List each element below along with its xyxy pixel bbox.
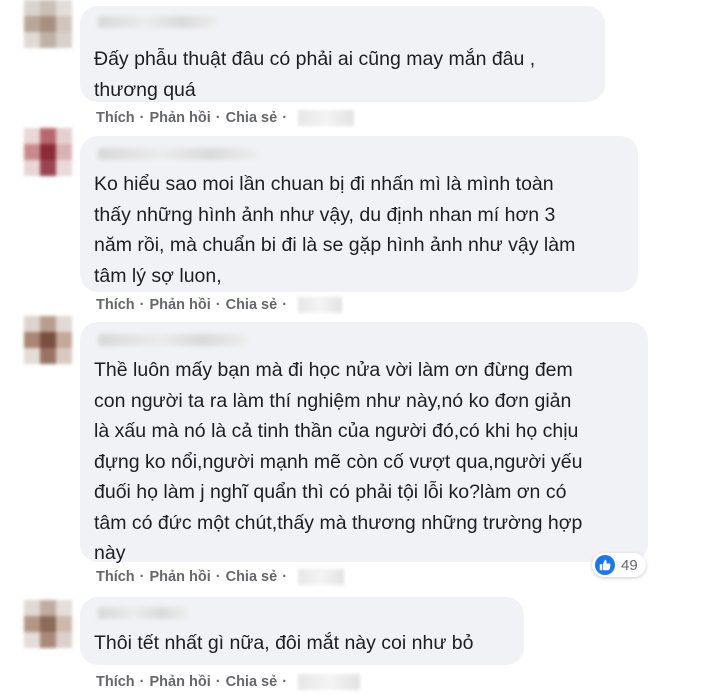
separator-dot: · — [139, 569, 145, 585]
separator-dot: · — [139, 297, 145, 313]
separator-dot: · — [282, 569, 288, 585]
reply-button[interactable]: Phản hồi — [150, 110, 211, 126]
separator-dot: · — [139, 674, 145, 690]
comment-actions: Thích · Phản hồi · Chia sẻ · — [96, 297, 343, 313]
comment-bubble: Ko hiểu sao moi lần chuan bị đi nhấn mì … — [80, 136, 638, 292]
comment-bubble: Đấy phẫu thuật đâu có phải ai cũng may m… — [80, 6, 605, 102]
reply-button[interactable]: Phản hồi — [150, 297, 211, 313]
share-button[interactable]: Chia sẻ — [226, 110, 278, 126]
share-button[interactable]: Chia sẻ — [226, 674, 278, 690]
timestamp[interactable] — [298, 297, 343, 313]
separator-dot: · — [282, 297, 288, 313]
reaction-count[interactable]: 49 — [592, 553, 646, 577]
comment-text: Thôi tết nhất gì nữa, đôi mắt này coi nh… — [94, 632, 474, 654]
avatar[interactable] — [24, 600, 72, 648]
author-name[interactable] — [98, 334, 248, 346]
author-name[interactable] — [98, 16, 218, 28]
share-button[interactable]: Chia sẻ — [226, 569, 278, 585]
like-icon — [595, 555, 615, 575]
reaction-count-value: 49 — [621, 556, 638, 574]
author-name[interactable] — [98, 148, 258, 160]
separator-dot: · — [139, 110, 145, 126]
reply-button[interactable]: Phản hồi — [150, 569, 211, 585]
like-button[interactable]: Thích — [96, 110, 135, 126]
like-button[interactable]: Thích — [96, 297, 135, 313]
comment-bubble: Thề luôn mấy bạn mà đi học nửa vời làm ơ… — [80, 322, 648, 564]
separator-dot: · — [215, 569, 221, 585]
separator-dot: · — [282, 674, 288, 690]
like-button[interactable]: Thích — [96, 569, 135, 585]
comment-actions: Thích · Phản hồi · Chia sẻ · — [96, 674, 361, 690]
avatar[interactable] — [24, 316, 72, 364]
comment-bubble: Thôi tết nhất gì nữa, đôi mắt này coi nh… — [80, 597, 524, 665]
share-button[interactable]: Chia sẻ — [226, 297, 278, 313]
like-button[interactable]: Thích — [96, 674, 135, 690]
avatar[interactable] — [24, 128, 72, 176]
avatar[interactable] — [24, 0, 72, 48]
timestamp[interactable] — [298, 569, 345, 585]
comment-text: Ko hiểu sao moi lần chuan bị đi nhấn mì … — [94, 173, 576, 287]
separator-dot: · — [215, 297, 221, 313]
comment-text: Thề luôn mấy bạn mà đi học nửa vời làm ơ… — [94, 359, 583, 564]
author-name[interactable] — [98, 607, 188, 619]
thumbs-up-icon — [599, 559, 611, 571]
separator-dot: · — [215, 674, 221, 690]
reply-button[interactable]: Phản hồi — [150, 674, 211, 690]
timestamp[interactable] — [298, 110, 355, 126]
separator-dot: · — [282, 110, 288, 126]
comment-actions: Thích · Phản hồi · Chia sẻ · — [96, 569, 345, 585]
comment-text: Đấy phẫu thuật đâu có phải ai cũng may m… — [94, 48, 536, 101]
separator-dot: · — [215, 110, 221, 126]
comment-actions: Thích · Phản hồi · Chia sẻ · — [96, 110, 355, 126]
timestamp[interactable] — [298, 674, 361, 690]
